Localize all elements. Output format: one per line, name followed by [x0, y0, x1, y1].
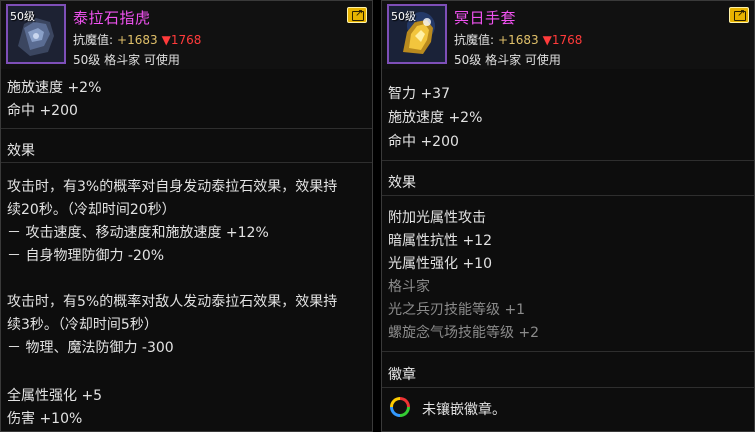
item-tooltip-right: 50级 冥日手套 抗魔值: +1683 ▼1768 50级 格斗家 可使用 ↗ 智力… — [381, 0, 755, 432]
tooltip-header: 50级 冥日手套 抗魔值: +1683 ▼1768 50级 格斗家 可使用 ↗ — [382, 1, 754, 69]
emblem-text: 未镶嵌徽章。 — [422, 402, 506, 418]
stat-line: 命中 +200 — [388, 134, 459, 150]
stat-line: 施放速度 +2% — [388, 110, 483, 126]
effect-line: － 物理、魔法防御力 -300 — [7, 340, 174, 356]
inactive-line: 光之兵刃技能等级 +1 — [388, 302, 526, 318]
divider — [382, 387, 754, 388]
share-icon[interactable]: ↗ — [347, 7, 367, 23]
stat-line: 智力 +37 — [388, 86, 450, 102]
resist-down-value: ▼1768 — [161, 33, 202, 47]
tooltip-body: 智力 +37 施放速度 +2% 命中 +200 效果 附加光属性攻击 暗属性抗性… — [382, 69, 754, 431]
effect-title: 效果 — [388, 175, 416, 191]
item-icon-box: 50级 — [6, 4, 66, 64]
divider — [382, 351, 754, 352]
effect-line: 光属性强化 +10 — [388, 256, 492, 272]
level-tag: 50级 — [10, 10, 35, 23]
stat-line: 施放速度 +2% — [7, 80, 102, 96]
item-icon-box: 50级 — [387, 4, 447, 64]
effect-line: 全属性强化 +5 — [7, 388, 103, 404]
effect-line: 续3秒。（冷却时间5秒） — [7, 317, 158, 333]
resist-line: 抗魔值: +1683 ▼1768 — [454, 31, 582, 48]
tooltip-header: 50级 泰拉石指虎 抗魔值: +1683 ▼1768 50级 格斗家 可使用 ↗ — [1, 1, 372, 69]
item-tooltip-left: 50级 泰拉石指虎 抗魔值: +1683 ▼1768 50级 格斗家 可使用 ↗ 施… — [0, 0, 373, 432]
divider — [382, 195, 754, 196]
tooltip-body: 施放速度 +2% 命中 +200 效果 攻击时，有3%的概率对自身发动泰拉石效果… — [1, 69, 372, 431]
divider — [382, 160, 754, 161]
resist-up-value: +1683 — [498, 33, 539, 47]
inactive-line: 格斗家 — [388, 279, 430, 295]
effect-line: 攻击时，有3%的概率对自身发动泰拉石效果，效果持 — [7, 179, 338, 195]
stat-line: 命中 +200 — [7, 103, 78, 119]
item-name: 泰拉石指虎 — [73, 9, 151, 27]
effect-line: 续20秒。（冷却时间20秒） — [7, 202, 176, 218]
resist-up-value: +1683 — [117, 33, 158, 47]
emblem-slot-icon — [390, 397, 410, 417]
level-tag: 50级 — [391, 10, 416, 23]
effect-line: － 自身物理防御力 -20% — [7, 248, 165, 264]
divider — [1, 162, 372, 163]
resist-label: 抗魔值: — [73, 33, 114, 47]
divider — [1, 128, 372, 129]
class-requirement: 50级 格斗家 可使用 — [454, 53, 561, 67]
effect-line: － 攻击速度、移动速度和施放速度 +12% — [7, 225, 269, 241]
resist-line: 抗魔值: +1683 ▼1768 — [73, 31, 201, 48]
share-icon[interactable]: ↗ — [729, 7, 749, 23]
item-name: 冥日手套 — [454, 9, 517, 27]
inactive-line: 螺旋念气场技能等级 +2 — [388, 325, 540, 341]
resist-label: 抗魔值: — [454, 33, 495, 47]
effect-line: 伤害 +10% — [7, 411, 83, 427]
effect-line: 暗属性抗性 +12 — [388, 233, 492, 249]
resist-down-value: ▼1768 — [542, 33, 583, 47]
effect-line: 攻击时，有5%的概率对敌人发动泰拉石效果，效果持 — [7, 294, 338, 310]
class-requirement: 50级 格斗家 可使用 — [73, 53, 180, 67]
effect-line: 附加光属性攻击 — [388, 210, 486, 226]
emblem-title: 徽章 — [388, 367, 416, 383]
effect-title: 效果 — [7, 143, 35, 159]
